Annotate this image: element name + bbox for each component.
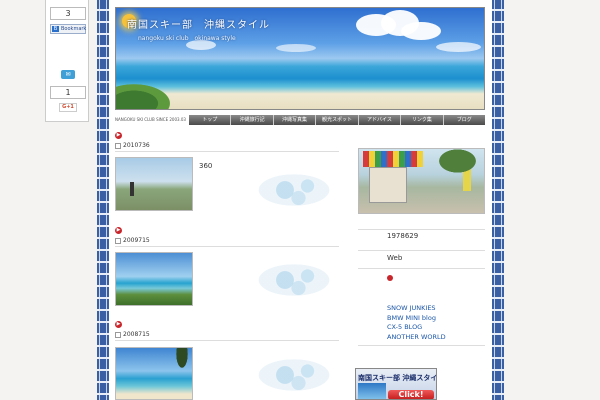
post-date-row: 2008715 xyxy=(115,331,150,338)
shop-front xyxy=(369,167,407,203)
blog-links: SNOW JUNKIES BMW MINI blog CX-5 BLOG ANO… xyxy=(387,304,446,342)
post-date-row: 2010736 xyxy=(115,142,150,149)
hatena-b-icon: B xyxy=(52,26,59,32)
divider xyxy=(115,340,339,341)
post-date-row: 2009715 xyxy=(115,237,150,244)
palm-tree xyxy=(172,348,192,378)
shrub-image xyxy=(116,81,176,109)
nav-item-photo-collection[interactable]: 沖縄写真集 xyxy=(273,115,317,125)
post-thumbnail[interactable] xyxy=(115,252,193,306)
banner-image xyxy=(358,383,386,399)
post-date: 2009715 xyxy=(123,237,150,244)
site-title: 南国スキー部 沖縄スタイル xyxy=(127,20,270,31)
visitor-counter: 1978629 xyxy=(387,232,419,240)
link-another-world[interactable]: ANOTHER WORLD xyxy=(387,333,446,343)
trees xyxy=(429,149,484,179)
divider xyxy=(358,345,485,346)
hatena-bookmark-button[interactable]: B Bookmark xyxy=(50,24,86,34)
gplus-button[interactable]: G+1 xyxy=(59,103,77,112)
main-content: 南国スキー部 沖縄スタイル nangoku ski club okinawa s… xyxy=(109,0,492,400)
post-thumbnail[interactable] xyxy=(115,347,193,400)
cloud xyxy=(401,22,441,40)
link-cx5-blog[interactable]: CX-5 BLOG xyxy=(387,323,446,333)
striped-awning xyxy=(363,151,423,167)
header-banner[interactable]: 南国スキー部 沖縄スタイル nangoku ski club okinawa s… xyxy=(115,7,485,110)
divider xyxy=(358,268,485,269)
nav-item-advice[interactable]: アドバイス xyxy=(358,115,402,125)
calendar-icon xyxy=(115,142,121,149)
left-pattern-border xyxy=(97,0,109,400)
share-widget: 3 B Bookmark ✉ 1 G+1 xyxy=(45,0,89,122)
main-nav: トップ 沖縄旅行記 沖縄写真集 観光スポット アドバイス リンク集 ブログ xyxy=(189,115,485,125)
calendar-icon xyxy=(115,331,121,338)
nav-label: NANGOKU SKI CLUB SINCE 2003.03 xyxy=(115,117,186,122)
web-search-label: Web xyxy=(387,254,403,262)
nav-item-blog[interactable]: ブログ xyxy=(443,115,485,125)
splash-decoration xyxy=(249,170,339,210)
cloud xyxy=(276,44,316,52)
twitter-bird-icon: ✉ xyxy=(65,71,71,78)
divider xyxy=(358,229,485,230)
banner-click-button[interactable]: Click! xyxy=(388,390,434,399)
post-thumbnail[interactable] xyxy=(115,157,193,211)
nav-item-sightseeing[interactable]: 観光スポット xyxy=(316,115,359,125)
gplus-count: 1 xyxy=(50,86,86,99)
red-arrow-icon: ▶ xyxy=(115,321,122,328)
calendar-icon xyxy=(115,237,121,244)
person-figure xyxy=(130,182,134,196)
splash-decoration xyxy=(249,355,339,395)
post-date: 2008715 xyxy=(123,331,150,338)
banner-title: 南国スキー部 沖縄スタイル xyxy=(358,374,437,382)
divider xyxy=(358,250,485,251)
link-bmw-mini-blog[interactable]: BMW MINI blog xyxy=(387,314,446,324)
tweet-button[interactable]: ✉ xyxy=(61,70,75,79)
sidebar-photo[interactable] xyxy=(358,148,485,214)
post-date: 2010736 xyxy=(123,142,150,149)
post-excerpt: 360 xyxy=(199,162,213,170)
site-tagline: nangoku ski club okinawa style xyxy=(138,35,236,42)
nav-item-links[interactable]: リンク集 xyxy=(401,115,444,125)
divider xyxy=(115,246,339,247)
hatena-count: 3 xyxy=(50,7,86,20)
right-pattern-border xyxy=(492,0,504,400)
site-banner[interactable]: 南国スキー部 沖縄スタイル Click! xyxy=(355,368,437,400)
nav-item-travel-journal[interactable]: 沖縄旅行記 xyxy=(231,115,274,125)
cloud xyxy=(436,42,481,52)
link-snow-junkies[interactable]: SNOW JUNKIES xyxy=(387,304,446,314)
nav-item-top[interactable]: トップ xyxy=(189,115,232,125)
red-arrow-icon xyxy=(387,275,393,281)
hatena-bookmark-label: Bookmark xyxy=(61,26,87,32)
divider xyxy=(115,151,339,152)
red-arrow-icon: ▶ xyxy=(115,132,122,139)
splash-decoration xyxy=(249,260,339,300)
red-arrow-icon: ▶ xyxy=(115,227,122,234)
